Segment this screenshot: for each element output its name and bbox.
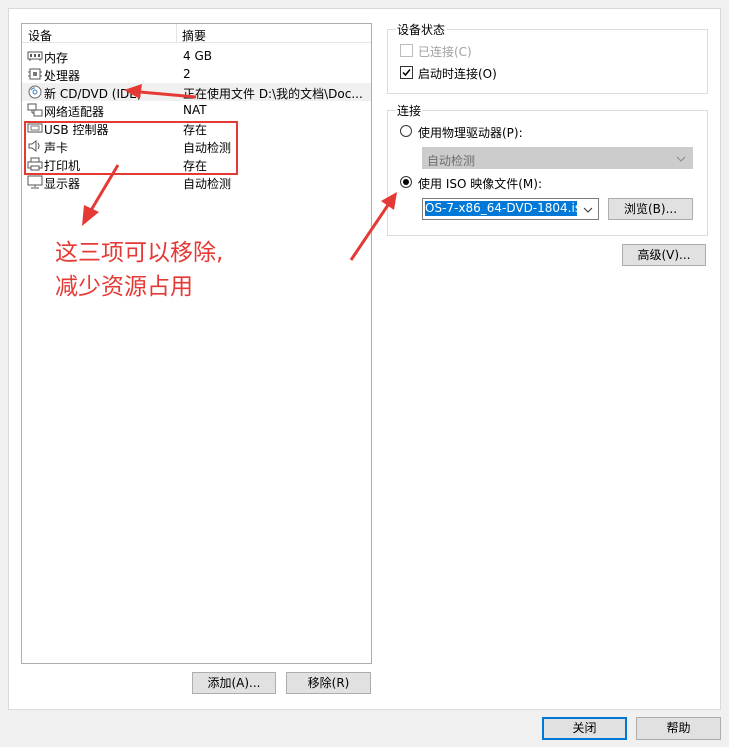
iso-label: 使用 ISO 映像文件(M):	[418, 177, 542, 191]
physical-drive-label: 使用物理驱动器(P):	[418, 126, 523, 140]
physical-drive-select[interactable]: 自动检测	[422, 147, 693, 169]
device-name: 新 CD/DVD (IDE)	[44, 87, 142, 101]
device-name: 处理器	[44, 69, 81, 83]
browse-button[interactable]: 浏览(B)...	[608, 198, 693, 220]
help-button[interactable]: 帮助	[636, 717, 721, 740]
memory-icon	[27, 49, 43, 63]
annotation-text-line1: 这三项可以移除,	[55, 240, 224, 266]
iso-path-combobox[interactable]: OS-7-x86_64-DVD-1804.iso	[422, 198, 599, 220]
device-row-network-adapter[interactable]: 网络适配器 NAT	[22, 101, 371, 119]
device-row-display[interactable]: 显示器 自动检测	[22, 173, 371, 191]
annotation-text-line2: 减少资源占用	[55, 274, 193, 300]
device-row-processor[interactable]: 处理器 2	[22, 65, 371, 83]
device-summary: 正在使用文件 D:\我的文档\Doc...	[183, 87, 363, 101]
device-summary: 自动检测	[183, 177, 232, 191]
physical-drive-radio[interactable]	[400, 125, 412, 137]
device-name: 显示器	[44, 177, 81, 191]
device-status-group: 设备状态	[387, 21, 708, 94]
device-status-title: 设备状态	[396, 21, 447, 38]
device-list[interactable]: 设备 摘要 内存 4 GB 处理器 2 新 CD/DVD (IDE) 正在使用文…	[21, 23, 372, 664]
advanced-button[interactable]: 高级(V)...	[622, 244, 706, 266]
physical-drive-value: 自动检测	[427, 154, 476, 168]
iso-radio[interactable]	[400, 176, 412, 188]
summary-column-header[interactable]: 摘要	[182, 27, 206, 44]
connect-on-power-on-checkbox[interactable]	[400, 66, 413, 79]
connection-title: 连接	[396, 102, 423, 119]
device-summary: 4 GB	[183, 49, 212, 63]
device-list-header: 设备 摘要	[22, 24, 371, 43]
device-row-memory[interactable]: 内存 4 GB	[22, 47, 371, 65]
cd-dvd-icon	[27, 85, 43, 99]
connect-on-power-on-label: 启动时连接(O)	[418, 67, 497, 81]
iso-path-input[interactable]: OS-7-x86_64-DVD-1804.iso	[425, 201, 577, 216]
column-separator[interactable]	[176, 24, 177, 42]
remove-button[interactable]: 移除(R)	[286, 672, 371, 694]
checkmark-icon	[402, 69, 411, 77]
device-summary: NAT	[183, 103, 207, 117]
connected-checkbox[interactable]	[400, 44, 413, 57]
network-adapter-icon	[27, 103, 43, 117]
device-column-header[interactable]: 设备	[28, 27, 52, 44]
chevron-down-icon[interactable]	[583, 207, 593, 213]
annotation-highlight-box	[24, 121, 238, 175]
display-icon	[27, 175, 43, 189]
radio-selected-dot	[403, 179, 409, 185]
close-button[interactable]: 关闭	[542, 717, 627, 740]
chevron-down-icon	[676, 156, 686, 162]
device-row-cd-dvd[interactable]: 新 CD/DVD (IDE) 正在使用文件 D:\我的文档\Doc...	[22, 83, 371, 101]
connected-label: 已连接(C)	[418, 45, 472, 59]
add-button[interactable]: 添加(A)...	[192, 672, 276, 694]
device-summary: 2	[183, 67, 191, 81]
processor-icon	[27, 67, 43, 81]
device-name: 网络适配器	[44, 105, 105, 119]
device-name: 内存	[44, 51, 69, 65]
